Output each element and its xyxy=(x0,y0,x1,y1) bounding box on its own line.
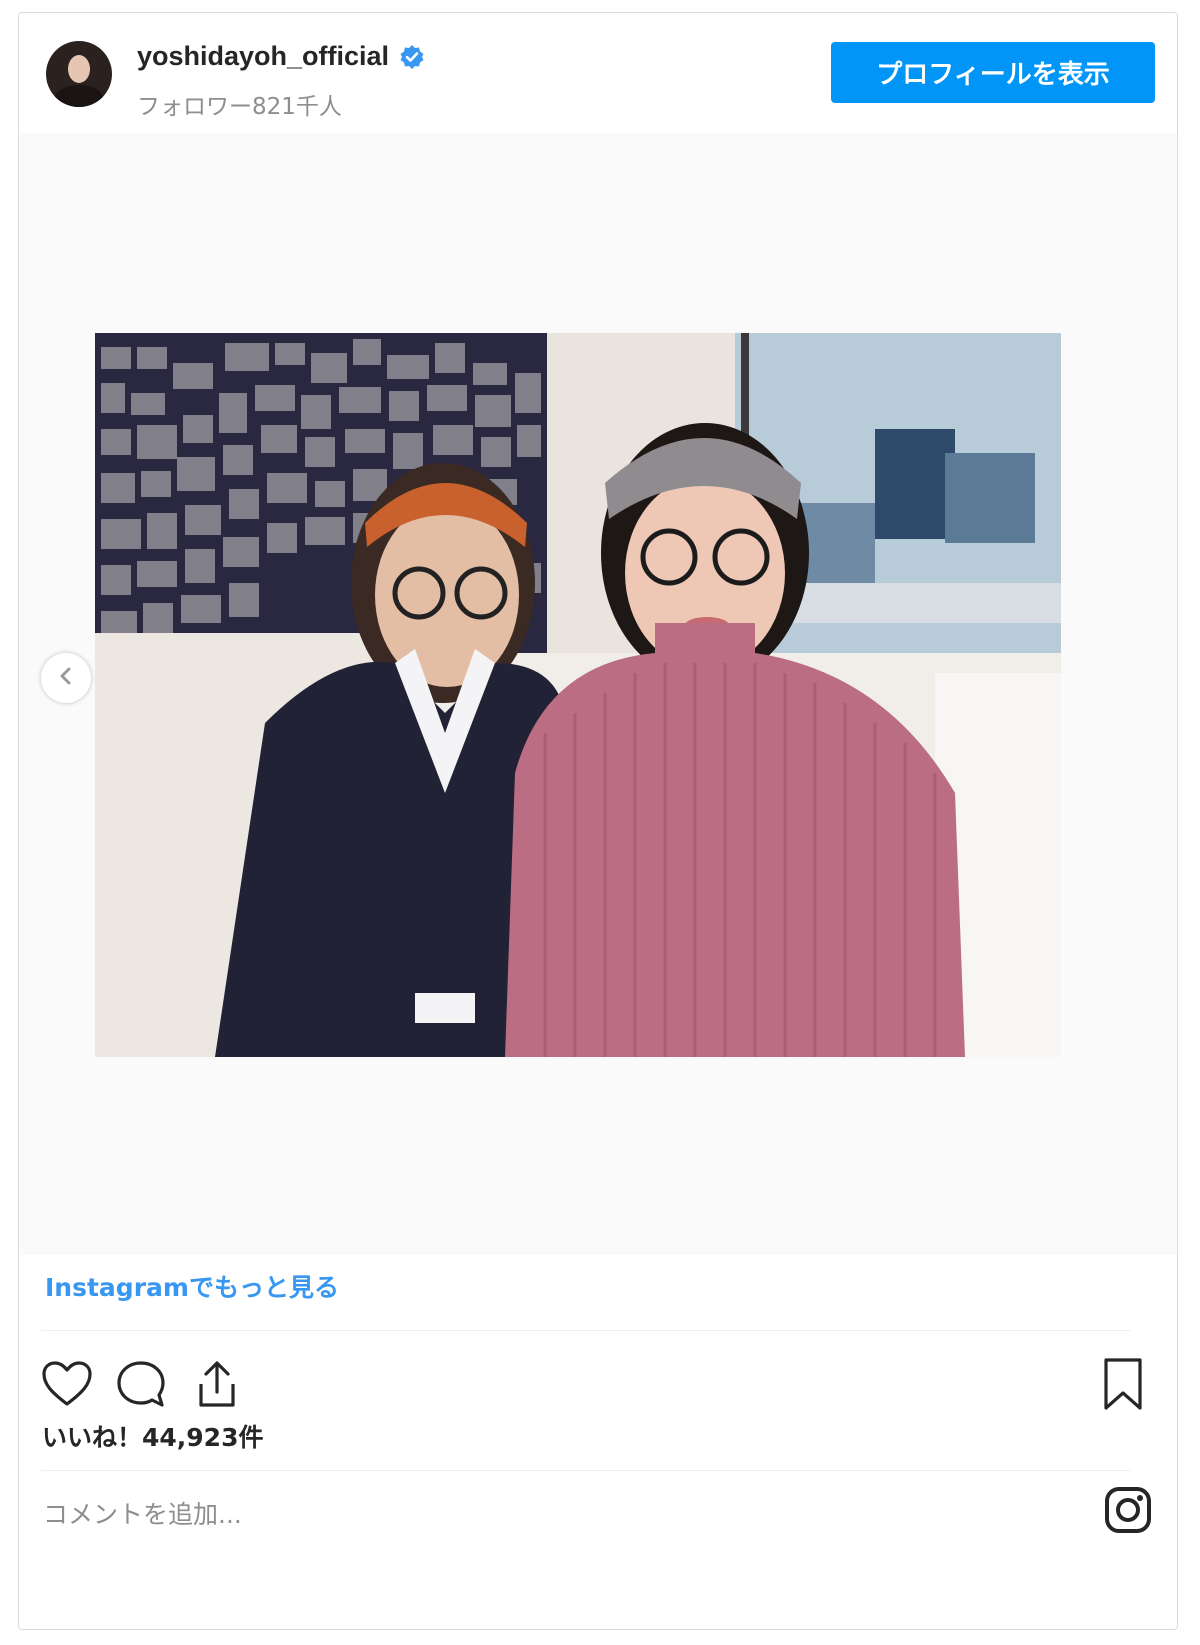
avatar[interactable] xyxy=(46,41,112,107)
share-icon xyxy=(193,1358,241,1414)
username[interactable]: yoshidayoh_official xyxy=(137,41,389,72)
add-comment-input[interactable] xyxy=(41,1489,1045,1539)
avatar-body xyxy=(54,85,104,107)
action-bar xyxy=(39,1358,1159,1418)
share-button[interactable] xyxy=(189,1358,245,1414)
divider xyxy=(41,1330,1131,1331)
like-count[interactable]: いいね！44,923件 xyxy=(42,1418,263,1454)
instagram-icon[interactable] xyxy=(1104,1486,1152,1534)
divider xyxy=(41,1470,1131,1471)
post-media[interactable] xyxy=(19,133,1177,1255)
previous-photo-button[interactable] xyxy=(41,653,91,703)
verified-badge-icon xyxy=(399,44,425,70)
comment-icon xyxy=(115,1359,167,1413)
comment-button[interactable] xyxy=(113,1358,169,1414)
username-row: yoshidayoh_official xyxy=(137,41,425,72)
bookmark-icon xyxy=(1102,1357,1144,1415)
like-button[interactable] xyxy=(39,1358,95,1414)
follower-count: フォロワー821千人 xyxy=(137,94,342,120)
heart-icon xyxy=(41,1360,93,1412)
instagram-embed-card: yoshidayoh_official フォロワー821千人 プロフィールを表示 xyxy=(18,12,1178,1630)
post-header: yoshidayoh_official フォロワー821千人 プロフィールを表示 xyxy=(19,13,1177,133)
view-profile-button[interactable]: プロフィールを表示 xyxy=(831,42,1155,103)
post-photo xyxy=(95,333,1061,1057)
chevron-left-icon xyxy=(55,665,77,691)
view-more-on-instagram-link[interactable]: Instagramでもっと見る xyxy=(45,1268,339,1304)
avatar-face xyxy=(68,55,90,83)
save-button[interactable] xyxy=(1095,1358,1151,1414)
